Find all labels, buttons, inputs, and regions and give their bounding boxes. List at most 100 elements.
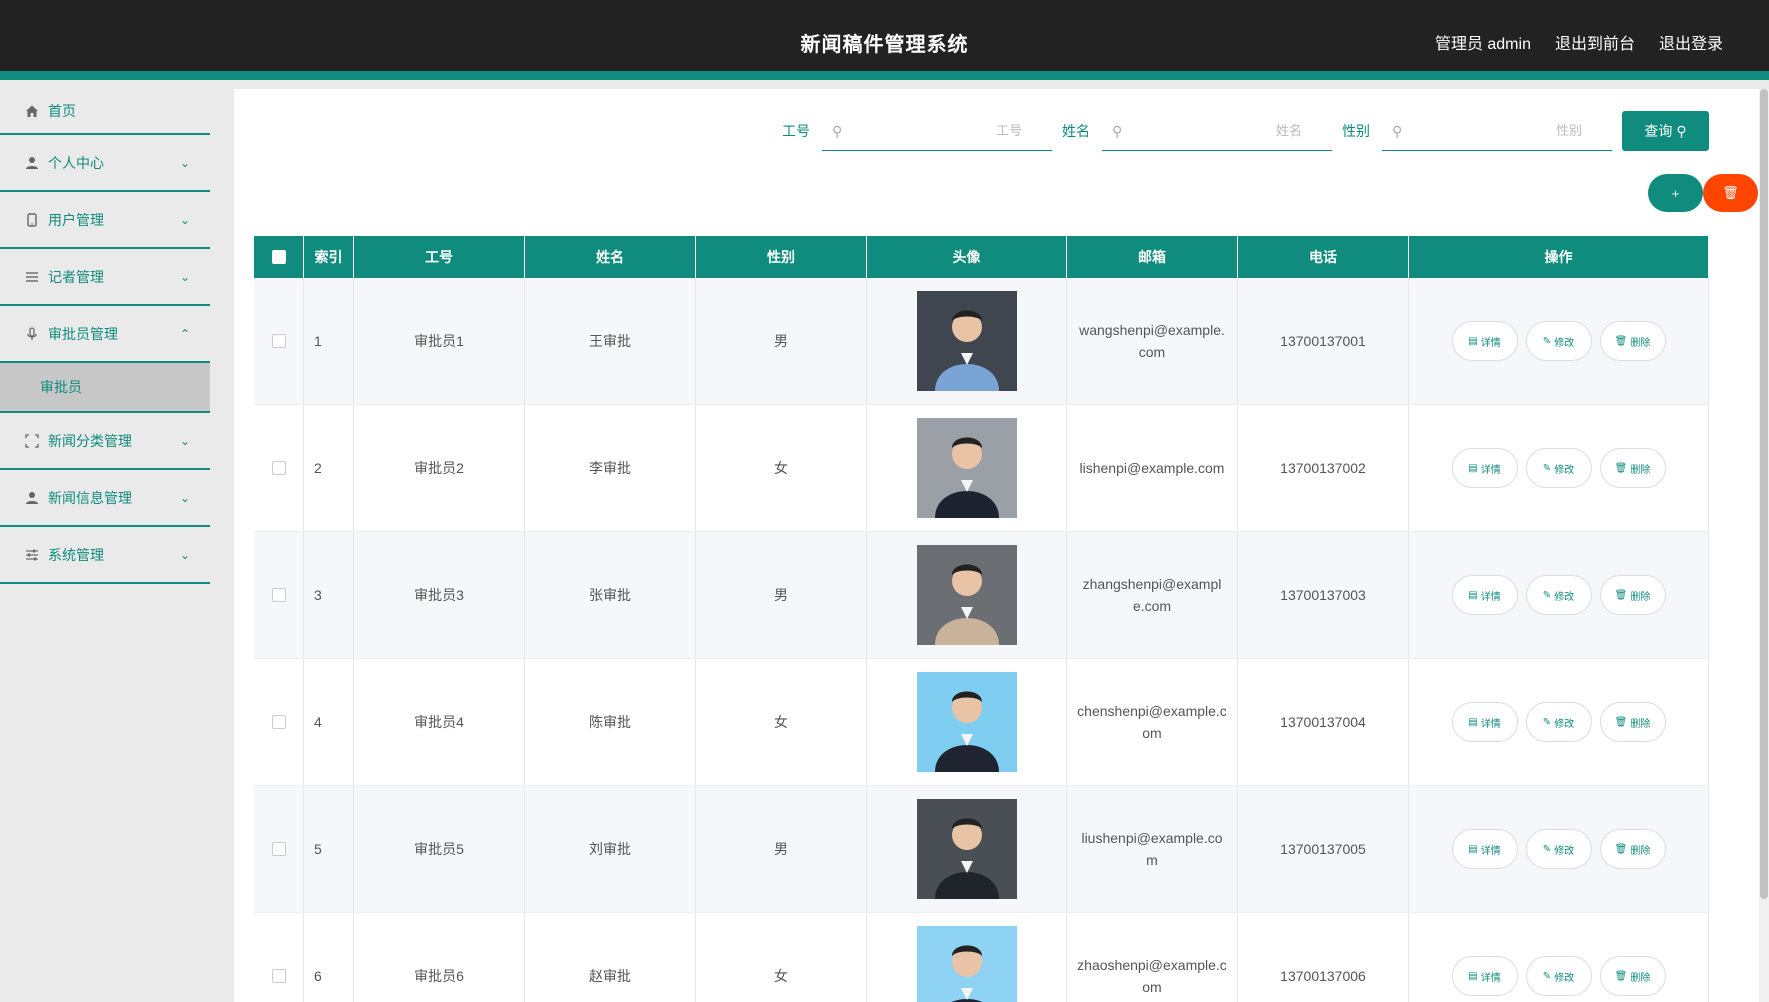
row-checkbox[interactable]: [271, 588, 286, 602]
edit-button[interactable]: ✎ 修改: [1525, 321, 1592, 361]
pencil-icon: ✎: [1542, 589, 1552, 601]
avatar: [916, 545, 1017, 645]
query-button[interactable]: 查询 ⚲: [1622, 111, 1709, 151]
edit-button[interactable]: ✎ 修改: [1525, 829, 1592, 869]
search-bar: 工号 ⚲ 姓名 ⚲ 性别 ⚲ 查询 ⚲: [772, 111, 1709, 151]
sidebar-item-reporters[interactable]: 记者管理 ⌄: [0, 249, 210, 306]
table-row: 4 审批员4 陈审批女 chenshenpi@example.com 137001370…: [254, 659, 1709, 786]
sex-input[interactable]: [1382, 111, 1612, 150]
scrollbar[interactable]: [1759, 89, 1769, 1002]
chevron-down-icon: ⌄: [179, 433, 190, 448]
cell-email: zhangshenpi@example.com: [1067, 532, 1238, 658]
name-input[interactable]: [1102, 111, 1332, 150]
no-input[interactable]: [822, 111, 1052, 150]
delete-label: 删除: [1630, 464, 1651, 476]
sidebar-item-system[interactable]: 系统管理 ⌄: [0, 527, 210, 584]
cell-name: 李审批: [525, 405, 696, 531]
detail-button[interactable]: ▤ 详情: [1451, 448, 1518, 488]
sidebar-item-approvers[interactable]: 审批员管理 ⌃: [0, 306, 210, 363]
cell-avatar: [867, 659, 1067, 785]
edit-label: 修改: [1554, 591, 1575, 603]
edit-label: 修改: [1554, 337, 1575, 349]
row-checkbox[interactable]: [271, 334, 286, 348]
table-row: 6 审批员6 赵审批女 zhaoshenpi@example.com 137001370…: [254, 913, 1709, 1002]
row-checkbox[interactable]: [271, 842, 286, 856]
sidebar-item-label: 新闻信息管理: [48, 489, 132, 506]
detail-button[interactable]: ▤ 详情: [1451, 321, 1518, 361]
to-front-link[interactable]: 退出到前台: [1555, 30, 1635, 54]
edit-button[interactable]: ✎ 修改: [1525, 575, 1592, 615]
delete-button[interactable]: 🗑 删除: [1599, 448, 1666, 488]
detail-button[interactable]: ▤ 详情: [1451, 956, 1518, 996]
cell-ops: ▤ 详情 ✎ 修改 🗑 删除: [1409, 786, 1709, 912]
logout-link[interactable]: 退出登录: [1659, 30, 1723, 54]
trash-icon: 🗑: [1614, 843, 1628, 855]
cell-avatar: [867, 278, 1067, 404]
edit-button[interactable]: ✎ 修改: [1525, 702, 1592, 742]
cell-phone: 13700137005: [1238, 786, 1409, 912]
pencil-icon: ✎: [1542, 716, 1552, 728]
cell-ops: ▤ 详情 ✎ 修改 🗑 删除: [1409, 913, 1709, 1002]
cell-sex: 男: [696, 278, 867, 404]
delete-label: 删除: [1630, 718, 1651, 730]
cell-avatar: [867, 913, 1067, 1002]
trash-icon: 🗑: [1722, 185, 1739, 200]
scrollbar-thumb[interactable]: [1760, 89, 1768, 899]
row-select-cell: [254, 532, 304, 658]
row-checkbox[interactable]: [271, 461, 286, 475]
row-select-cell: [254, 786, 304, 912]
detail-label: 详情: [1480, 464, 1501, 476]
cell-email: liushenpi@example.com: [1067, 786, 1238, 912]
edit-button[interactable]: ✎ 修改: [1525, 956, 1592, 996]
approver-table: 索引 工号 姓名 性别 头像 邮箱 电话 操作 1 审批员1 王审批男 wangshe…: [254, 236, 1709, 1002]
col-phone: 电话: [1238, 236, 1409, 278]
batch-delete-button[interactable]: 🗑: [1703, 174, 1758, 212]
filter-name-label: 姓名: [1062, 123, 1090, 139]
edit-label: 修改: [1554, 464, 1575, 476]
delete-button[interactable]: 🗑 删除: [1599, 321, 1666, 361]
pencil-icon: ✎: [1542, 335, 1552, 347]
delete-button[interactable]: 🗑 删除: [1599, 829, 1666, 869]
cell-sex: 女: [696, 659, 867, 785]
cell-phone: 13700137001: [1238, 278, 1409, 404]
row-checkbox[interactable]: [271, 715, 286, 729]
sidebar-item-users[interactable]: 用户管理 ⌄: [0, 192, 210, 249]
detail-label: 详情: [1480, 972, 1501, 984]
delete-button[interactable]: 🗑 删除: [1599, 956, 1666, 996]
detail-button[interactable]: ▤ 详情: [1451, 575, 1518, 615]
delete-button[interactable]: 🗑 删除: [1599, 702, 1666, 742]
action-buttons: + 🗑: [1648, 174, 1758, 212]
avatar: [916, 418, 1017, 518]
trash-icon: 🗑: [1614, 335, 1628, 347]
row-select-cell: [254, 278, 304, 404]
filter-no-label: 工号: [782, 123, 810, 139]
sidebar-item-label: 用户管理: [48, 211, 104, 228]
sidebar-item-news-category[interactable]: 新闻分类管理 ⌄: [0, 413, 210, 470]
filter-no-field: ⚲: [822, 111, 1052, 151]
fullscreen-icon: [24, 433, 40, 449]
header-actions: 管理员 admin 退出到前台 退出登录: [1435, 30, 1723, 54]
sidebar-item-home[interactable]: 首页: [0, 89, 210, 135]
cell-name: 陈审批: [525, 659, 696, 785]
edit-label: 修改: [1554, 718, 1575, 730]
sidebar-item-profile[interactable]: 个人中心 ⌄: [0, 135, 210, 192]
add-button[interactable]: +: [1648, 174, 1703, 212]
query-label: 查询: [1644, 123, 1673, 139]
sidebar-item-news-info[interactable]: 新闻信息管理 ⌄: [0, 470, 210, 527]
chevron-down-icon: ⌄: [179, 269, 190, 284]
sidebar-subitem-approver[interactable]: 审批员: [0, 363, 210, 413]
pencil-icon: ✎: [1542, 970, 1552, 982]
delete-button[interactable]: 🗑 删除: [1599, 575, 1666, 615]
avatar: [916, 799, 1017, 899]
cell-no: 审批员3: [354, 532, 525, 658]
document-icon: ▤: [1468, 335, 1478, 347]
detail-button[interactable]: ▤ 详情: [1451, 829, 1518, 869]
document-icon: ▤: [1468, 589, 1478, 601]
select-all-checkbox[interactable]: [271, 250, 286, 264]
edit-button[interactable]: ✎ 修改: [1525, 448, 1592, 488]
filter-sex-field: ⚲: [1382, 111, 1612, 151]
cell-name: 王审批: [525, 278, 696, 404]
col-name: 姓名: [525, 236, 696, 278]
detail-button[interactable]: ▤ 详情: [1451, 702, 1518, 742]
row-checkbox[interactable]: [271, 969, 286, 983]
